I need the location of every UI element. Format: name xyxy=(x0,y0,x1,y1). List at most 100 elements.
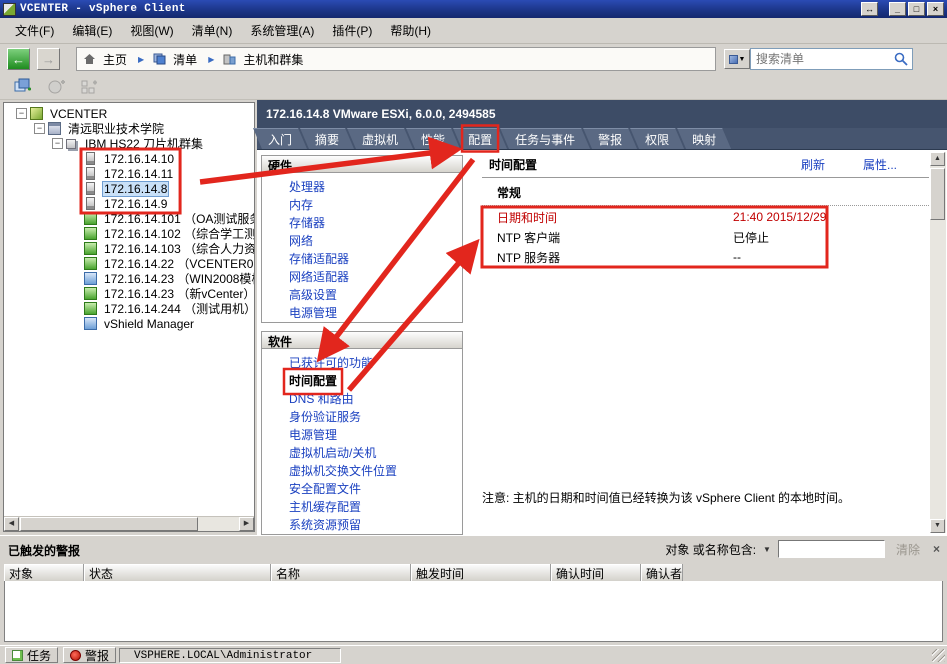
tree-collapse-icon[interactable]: − xyxy=(52,138,63,149)
tab[interactable]: 警报 xyxy=(583,128,637,149)
hardware-link[interactable]: 高级设置 xyxy=(289,287,462,305)
window-maximize-icon[interactable]: □ xyxy=(908,2,925,16)
window-close-icon[interactable]: × xyxy=(927,2,944,16)
software-link[interactable]: 系统资源预留 xyxy=(289,517,462,535)
tab[interactable]: 任务与事件 xyxy=(500,128,590,149)
software-link[interactable]: 已获许可的功能 xyxy=(289,355,462,373)
tasks-button[interactable]: 任务 xyxy=(5,647,58,663)
menu-item[interactable]: 帮助(H) xyxy=(381,19,440,42)
tree-collapse-icon[interactable]: − xyxy=(16,108,27,119)
setting-label: NTP 客户端 xyxy=(497,229,733,246)
tab[interactable]: 映射 xyxy=(677,128,731,149)
software-link[interactable]: 电源管理 xyxy=(289,427,462,445)
setting-value: -- xyxy=(733,250,741,264)
menu-item[interactable]: 插件(P) xyxy=(323,19,381,42)
scroll-up-icon[interactable]: ▲ xyxy=(930,152,945,166)
tree-item-label: 172.16.14.244 （测试用机） xyxy=(102,300,254,317)
tab[interactable]: 摘要 xyxy=(300,128,354,149)
tree-item[interactable]: 172.16.14.103 （综合人力资源） xyxy=(4,241,254,256)
home-icon xyxy=(83,53,96,65)
menu-item[interactable]: 视图(W) xyxy=(121,19,182,42)
tree-item[interactable]: 172.16.14.23 （新vCenter） xyxy=(4,286,254,301)
tree-item[interactable]: −清远职业技术学院 xyxy=(4,121,254,136)
scrollbar-thumb[interactable] xyxy=(930,168,945,220)
tree-collapse-icon[interactable]: − xyxy=(34,123,45,134)
search-scope-dropdown[interactable]: ▼ xyxy=(724,49,750,69)
tree-item[interactable]: 172.16.14.11 xyxy=(4,166,254,181)
hardware-link[interactable]: 网络适配器 xyxy=(289,269,462,287)
breadcrumb-section[interactable]: 主机和群集 xyxy=(241,51,305,68)
column-header[interactable]: 状态 xyxy=(84,564,271,581)
scroll-left-icon[interactable]: ◀ xyxy=(4,517,19,531)
column-header[interactable]: 确认时间 xyxy=(551,564,641,581)
tab[interactable]: 入门 xyxy=(253,128,307,149)
software-link[interactable]: 主机缓存配置 xyxy=(289,499,462,517)
tree-item[interactable]: 172.16.14.101 （OA测试服务器） xyxy=(4,211,254,226)
scrollbar-thumb[interactable] xyxy=(20,517,198,531)
filter-dropdown-icon[interactable]: ▼ xyxy=(761,545,773,554)
menu-item[interactable]: 清单(N) xyxy=(183,19,242,42)
scroll-right-icon[interactable]: ▶ xyxy=(239,517,254,531)
tree-item[interactable]: 172.16.14.8 xyxy=(4,181,254,196)
software-link[interactable]: DNS 和路由 xyxy=(289,391,462,409)
tab[interactable]: 性能 xyxy=(406,128,460,149)
tree-item[interactable]: −VCENTER xyxy=(4,106,254,121)
menu-item[interactable]: 编辑(E) xyxy=(63,19,121,42)
hardware-link[interactable]: 内存 xyxy=(289,197,462,215)
software-link[interactable]: 虚拟机交换文件位置 xyxy=(289,463,462,481)
tree-item[interactable]: 172.16.14.22 （VCENTER01） xyxy=(4,256,254,271)
new-folder-icon xyxy=(80,78,99,95)
breadcrumb-inventory[interactable]: 清单 xyxy=(171,51,199,68)
hardware-link[interactable]: 存储器 xyxy=(289,215,462,233)
tree-item[interactable]: 172.16.14.9 xyxy=(4,196,254,211)
hardware-link[interactable]: 存储适配器 xyxy=(289,251,462,269)
search-input[interactable] xyxy=(750,48,913,70)
tab-label: 权限 xyxy=(645,131,669,148)
refresh-link[interactable]: 刷新 xyxy=(801,156,825,173)
vm-on-icon xyxy=(84,302,97,315)
tree-item[interactable]: −IBM HS22 刀片机群集 xyxy=(4,136,254,151)
close-panel-icon[interactable]: × xyxy=(933,542,940,556)
back-icon[interactable]: ← xyxy=(7,48,30,70)
window-resize-icon[interactable]: ↔ xyxy=(861,2,878,16)
column-header[interactable]: 对象 xyxy=(4,564,84,581)
tree-item[interactable]: 172.16.14.244 （测试用机） xyxy=(4,301,254,316)
column-header[interactable]: 名称 xyxy=(271,564,411,581)
triggered-alarms-panel: 已触发的警报 对象 或名称包含: ▼ 清除 × 对象状态名称触发时间确认时间确认… xyxy=(0,535,947,645)
tab[interactable]: 配置 xyxy=(453,128,507,149)
tree-item[interactable]: 172.16.14.102 （综合学工测试） xyxy=(4,226,254,241)
alarms-button[interactable]: 警报 xyxy=(63,647,116,663)
tab[interactable]: 权限 xyxy=(630,128,684,149)
software-link[interactable]: 虚拟机启动/关机 xyxy=(289,445,462,463)
chevron-right-icon: ▶ xyxy=(204,55,218,64)
tree-horizontal-scrollbar[interactable]: ◀ ▶ xyxy=(4,516,254,531)
software-link[interactable]: 安全配置文件 xyxy=(289,481,462,499)
clear-filter-button[interactable]: 清除 xyxy=(896,541,920,558)
host-icon xyxy=(86,152,95,165)
tab[interactable]: 虚拟机 xyxy=(347,128,413,149)
software-link[interactable]: 身份验证服务 xyxy=(289,409,462,427)
chevron-right-icon: ▶ xyxy=(134,55,148,64)
tree-item[interactable]: 172.16.14.23 （WIN2008模板） xyxy=(4,271,254,286)
properties-link[interactable]: 属性... xyxy=(863,156,897,173)
window-minimize-icon[interactable]: _ xyxy=(889,2,906,16)
filter-input[interactable] xyxy=(778,540,885,558)
breadcrumb-home[interactable]: 主页 xyxy=(101,51,129,68)
software-link[interactable]: 时间配置 xyxy=(289,373,462,391)
column-header[interactable]: 触发时间 xyxy=(411,564,551,581)
menu-item[interactable]: 系统管理(A) xyxy=(241,19,323,42)
hardware-link[interactable]: 处理器 xyxy=(289,179,462,197)
menu-item[interactable]: 文件(F) xyxy=(6,19,63,42)
hardware-link[interactable]: 网络 xyxy=(289,233,462,251)
new-vm-icon[interactable] xyxy=(14,78,33,95)
scroll-down-icon[interactable]: ▼ xyxy=(930,519,945,533)
tree-item[interactable]: vShield Manager xyxy=(4,316,254,331)
forward-icon[interactable]: → xyxy=(37,48,60,70)
tree-item[interactable]: 172.16.14.10 xyxy=(4,151,254,166)
tree-item-label: 172.16.14.8 xyxy=(102,181,169,197)
host-detail-panel: 172.16.14.8 VMware ESXi, 6.0.0, 2494585 … xyxy=(257,100,947,535)
resize-grip-icon[interactable] xyxy=(932,649,945,662)
content-vertical-scrollbar[interactable]: ▲ ▼ xyxy=(930,152,946,533)
column-header[interactable]: 确认者 xyxy=(641,564,683,581)
hardware-link[interactable]: 电源管理 xyxy=(289,305,462,323)
